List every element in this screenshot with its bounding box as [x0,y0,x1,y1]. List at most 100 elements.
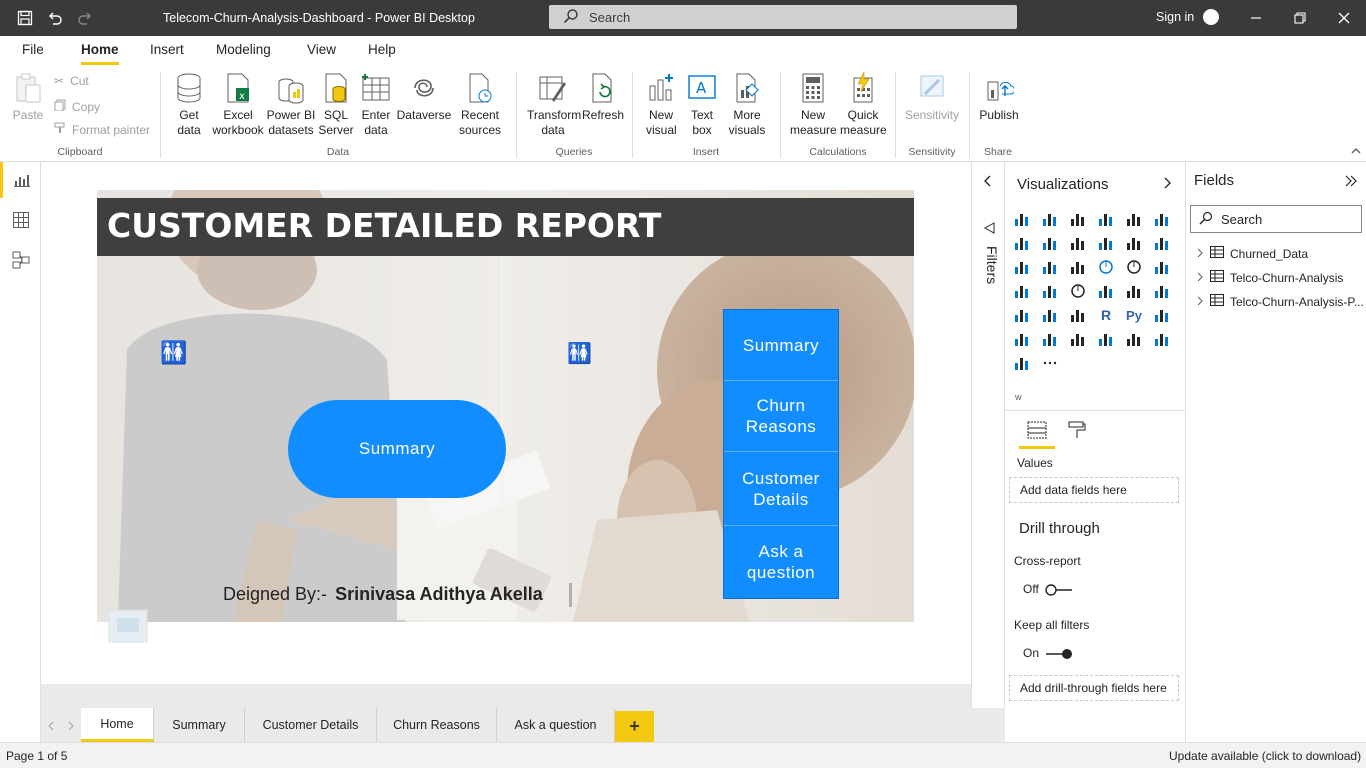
area-chart-icon[interactable] [1040,234,1060,252]
menu-file[interactable]: File [22,42,44,57]
redo-icon[interactable] [76,9,94,27]
field-table-item[interactable]: Telco-Churn-Analysis [1196,270,1343,285]
page-tab-summary[interactable]: Summary [154,708,245,742]
data-view-icon[interactable] [0,202,41,238]
r-visual-icon[interactable]: R [1096,306,1116,324]
page-tab-churn-reasons[interactable]: Churn Reasons [377,708,497,742]
undo-icon[interactable] [46,9,64,27]
filters-label[interactable]: Filters [978,246,1000,306]
menu-insert[interactable]: Insert [150,42,184,57]
more-visuals-button[interactable]: More visuals [722,72,772,138]
recent-sources-button[interactable]: Recent sources [452,72,508,138]
ribbon-chart-icon[interactable] [1152,234,1172,252]
page-tab-ask-question[interactable]: Ask a question [497,708,615,742]
map-icon[interactable] [1012,282,1032,300]
python-visual-icon[interactable]: Py [1124,306,1144,324]
report-view-icon[interactable] [0,162,41,198]
new-measure-button[interactable]: New measure [788,72,838,138]
summary-pill-button[interactable]: Summary [288,400,506,498]
waterfall-icon[interactable] [1012,258,1032,276]
card-icon[interactable] [1096,282,1116,300]
chevron-left-icon[interactable] [982,174,992,191]
drill-through-drop-zone[interactable]: Add drill-through fields here [1009,675,1179,701]
stacked-column-icon[interactable] [1040,210,1060,228]
slicer-icon[interactable] [1012,306,1032,324]
chevron-right-icon[interactable] [1163,176,1173,193]
table-visual-icon[interactable] [1040,306,1060,324]
copy-button[interactable]: Copy [54,99,100,114]
close-icon[interactable] [1333,8,1355,28]
page-tab-home[interactable]: Home [81,708,154,742]
treemap-icon[interactable] [1152,258,1172,276]
clustered-bar-icon[interactable] [1068,210,1088,228]
cut-button[interactable]: ✂ Cut [54,74,89,88]
nav-ask-question-button[interactable]: Ask a question [724,526,838,598]
more-icon[interactable] [1040,354,1060,372]
line-chart-icon[interactable] [1012,234,1032,252]
multirow-card-icon[interactable] [1124,282,1144,300]
minimize-icon[interactable] [1245,8,1267,28]
model-view-icon[interactable] [0,242,41,278]
filled-map-icon[interactable] [1040,282,1060,300]
scatter-icon[interactable] [1068,258,1088,276]
publish-button[interactable]: Publish [976,72,1022,123]
line-clustered-icon[interactable] [1124,234,1144,252]
text-box-button[interactable]: A Text box [682,72,722,138]
100-bar-icon[interactable] [1124,210,1144,228]
dataverse-button[interactable]: Dataverse [396,72,452,123]
menu-home[interactable]: Home [81,42,119,57]
arcgis-icon[interactable] [1124,330,1144,348]
pie-icon[interactable] [1096,258,1116,276]
paste-button[interactable]: Paste [10,72,46,123]
power-automate-icon[interactable] [1012,354,1032,372]
format-painter-button[interactable]: Format painter [54,122,150,137]
sensitivity-button[interactable]: Sensitivity [902,72,962,123]
nav-summary-button[interactable]: Summary [724,310,838,380]
funnel-icon[interactable] [1040,258,1060,276]
refresh-button[interactable]: Refresh [582,72,624,123]
keep-all-filters-toggle[interactable] [1044,647,1074,661]
nav-churn-reasons-button[interactable]: Churn Reasons [724,381,838,451]
line-column-icon[interactable] [1096,234,1116,252]
save-icon[interactable] [16,9,34,27]
stacked-area-icon[interactable] [1068,234,1088,252]
menu-view[interactable]: View [307,42,336,57]
custom-visual-w[interactable]: w [1015,392,1022,402]
restore-icon[interactable] [1289,8,1311,28]
double-chevron-right-icon[interactable] [1344,174,1358,191]
excel-workbook-button[interactable]: x Excel workbook [210,72,266,138]
cross-report-toggle[interactable] [1044,583,1074,597]
sign-in-link[interactable]: Sign in [1156,10,1194,24]
donut-icon[interactable] [1124,258,1144,276]
new-visual-button[interactable]: New visual [640,72,682,138]
stacked-bar-icon[interactable] [1012,210,1032,228]
avatar[interactable] [1203,9,1219,25]
paint-roller-icon[interactable] [1067,420,1087,443]
update-available-link[interactable]: Update available (click to download) [1169,749,1361,763]
enter-data-button[interactable]: Enter data [356,72,396,138]
get-data-button[interactable]: Get data [168,72,210,138]
key-influencers-icon[interactable] [1152,306,1172,324]
100-column-icon[interactable] [1152,210,1172,228]
values-drop-zone[interactable]: Add data fields here [1009,477,1179,503]
decomposition-tree-icon[interactable] [1012,330,1032,348]
quick-measure-button[interactable]: Quick measure [838,72,888,138]
qa-icon[interactable] [1040,330,1060,348]
collapse-ribbon-icon[interactable] [1350,144,1364,156]
smart-narrative-icon[interactable] [1068,330,1088,348]
power-apps-icon[interactable] [1152,330,1172,348]
menu-help[interactable]: Help [368,42,396,57]
power-bi-datasets-button[interactable]: Power BI datasets [266,72,316,138]
scroll-left-icon[interactable] [47,720,55,734]
fields-tab-icon[interactable] [1027,420,1047,443]
menu-modeling[interactable]: Modeling [216,42,271,57]
field-table-item[interactable]: Telco-Churn-Analysis-P... [1196,294,1364,309]
gauge-icon[interactable] [1068,282,1088,300]
transform-data-button[interactable]: Transform data [524,72,582,138]
field-table-item[interactable]: Churned_Data [1196,246,1308,261]
clustered-column-icon[interactable] [1096,210,1116,228]
scroll-right-icon[interactable] [67,720,75,734]
kpi-icon[interactable] [1152,282,1172,300]
sql-server-button[interactable]: SQL Server [316,72,356,138]
page-tab-customer-details[interactable]: Customer Details [245,708,377,742]
